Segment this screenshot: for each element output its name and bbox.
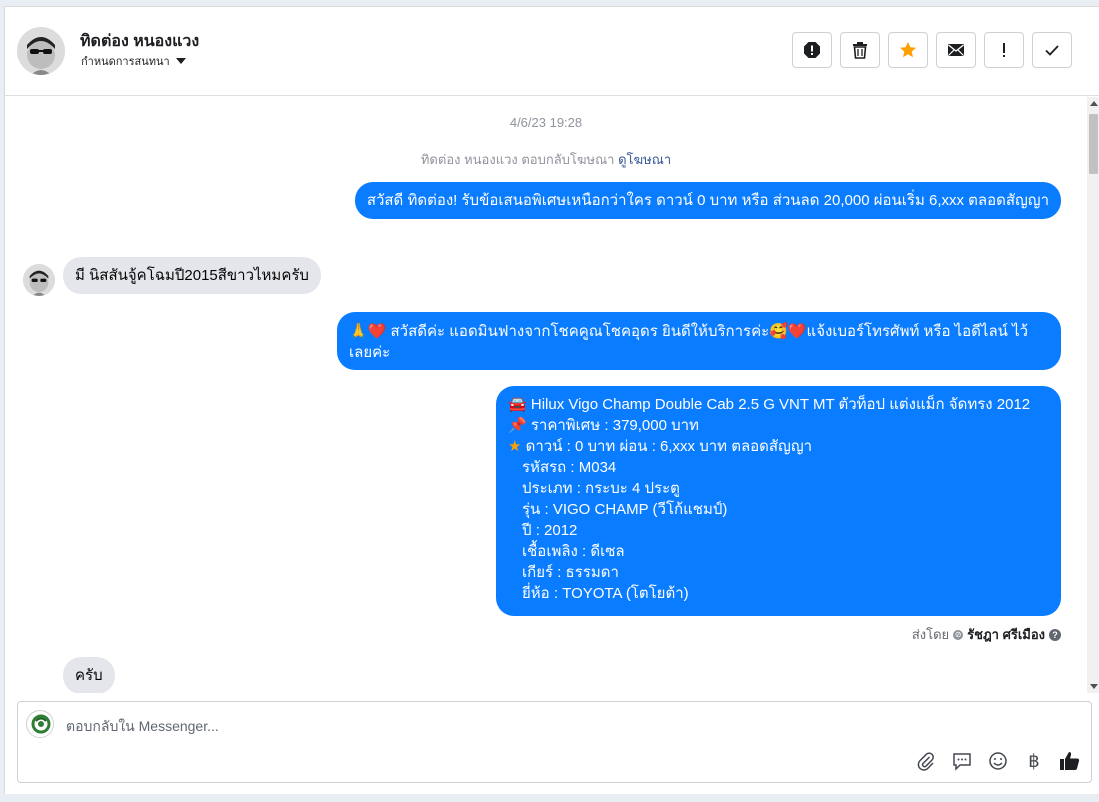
chat-icon [953,753,971,771]
listing-line-down: ★ ดาวน์ : 0 บาท ผ่อน : 6,xxx บาท ตลอดสัญ… [508,438,813,455]
reply-composer: ฿ [17,701,1092,783]
page-avatar [26,710,54,738]
contact-name[interactable]: ทิดต่อง หนองแวง [80,29,199,54]
thread-scrollbar[interactable] [1087,97,1099,693]
mail-icon [948,44,964,56]
ad-reply-notice: ทิดต่อง หนองแวง ตอบกลับโฆษณา ดูโฆษณา [5,149,1087,170]
conversation-actions [792,32,1072,68]
chevron-down-icon [175,58,186,64]
ad-reply-text: ทิดต่อง หนองแวง ตอบกลับโฆษณา [420,152,615,167]
saved-replies-button[interactable] [951,750,973,772]
listing-line-fuel: เชื้อเพลิง : ดีเซล [522,543,625,560]
sent-by-info: ส่งโดย ⊘ รัชฎา ศรีเมือง ? [912,624,1061,645]
reply-input[interactable] [66,716,966,736]
thread-timestamp: 4/6/23 19:28 [509,115,583,130]
view-ad-link[interactable]: ดูโฆษณา [618,152,671,167]
follow-up-button[interactable] [984,32,1024,68]
listing-line-type: ประเภท : กระบะ 4 ประตู [522,480,680,497]
contact-avatar-small [23,264,55,296]
message-thread: 4/6/23 19:28 ทิดต่อง หนองแวง ตอบกลับโฆษณ… [5,97,1099,693]
mark-spam-button[interactable] [792,32,832,68]
listing-line-price: 📌 ราคาพิเศษ : 379,000 บาท [508,416,699,434]
message-outgoing-car-listing[interactable]: 🚘 Hilux Vigo Champ Double Cab 2.5 G VNT … [496,386,1061,616]
message-incoming[interactable]: มี นิสสันจู้คโฉมปี2015สีขาวไหมครับ [63,257,321,294]
listing-line-title: 🚘 Hilux Vigo Champ Double Cab 2.5 G VNT … [508,395,1031,413]
smile-heart-emoji: 🥰❤️ [769,322,807,340]
listing-line-gear: เกียร์ : ธรรมดา [522,564,619,581]
emoji-icon [989,752,1007,770]
listing-line-code: รหัสรถ : M034 [522,459,617,476]
check-icon [1045,45,1059,56]
sent-by-label: ส่งโดย [911,627,950,642]
scroll-up-arrow-icon[interactable] [1090,101,1098,106]
assign-label: กำหนดการสนทนา [81,56,170,68]
star-icon [900,42,916,58]
paperclip-icon [917,752,934,771]
delete-button[interactable] [840,32,880,68]
car-icon: 🚘 [508,395,527,413]
composer-tools: ฿ [915,750,1081,772]
sent-by-name[interactable]: รัชฎา ศรีเมือง [967,624,1045,645]
message-outgoing[interactable]: 🙏❤️ สวัสดีค่ะ แอดมินฟางจากโชคคูณโชคอุดร … [337,312,1061,370]
scroll-thumb[interactable] [1089,114,1098,174]
like-button[interactable] [1059,750,1081,772]
pushpin-icon: 📌 [508,416,527,434]
listing-line-brand: ยี่ห้อ : TOYOTA (โตโยต้า) [522,585,689,602]
business-suite-icon: ⊘ [953,629,964,640]
star-emoji-icon: ★ [508,438,522,455]
mark-done-button[interactable] [1032,32,1072,68]
message-outgoing[interactable]: สวัสดี ทิดต่อง! รับข้อเสนอพิเศษเหนือกว่า… [354,182,1061,219]
listing-line-year: ปี : 2012 [522,522,578,539]
star-button[interactable] [888,32,928,68]
inbox-conversation-panel: ทิดต่อง หนองแวง กำหนดการสนทนา 4/6/23 19:… [4,6,1099,794]
assign-conversation-dropdown[interactable]: กำหนดการสนทนา [81,52,186,70]
trash-icon [853,42,867,59]
message-text: สวัสดีค่ะ แอดมินฟางจากโชคคูณโชคอุดร ยินด… [390,323,770,340]
pray-heart-emoji: 🙏❤️ [349,322,387,340]
help-icon[interactable]: ? [1049,628,1061,641]
emoji-button[interactable] [987,750,1009,772]
message-incoming[interactable]: ครับ [63,657,115,693]
baht-icon: ฿ [1028,750,1040,771]
attach-button[interactable] [915,750,937,772]
scroll-down-arrow-icon[interactable] [1090,684,1098,689]
listing-line-model: รุ่น : VIGO CHAMP (วีโก้แชมป์) [522,501,728,518]
conversation-header: ทิดต่อง หนองแวง กำหนดการสนทนา [5,7,1099,96]
mark-unread-button[interactable] [936,32,976,68]
contact-avatar[interactable] [17,27,65,75]
thumbs-up-icon [1060,752,1080,770]
payment-button[interactable]: ฿ [1023,750,1045,772]
spam-icon [804,42,820,58]
exclamation-icon [1003,43,1005,57]
